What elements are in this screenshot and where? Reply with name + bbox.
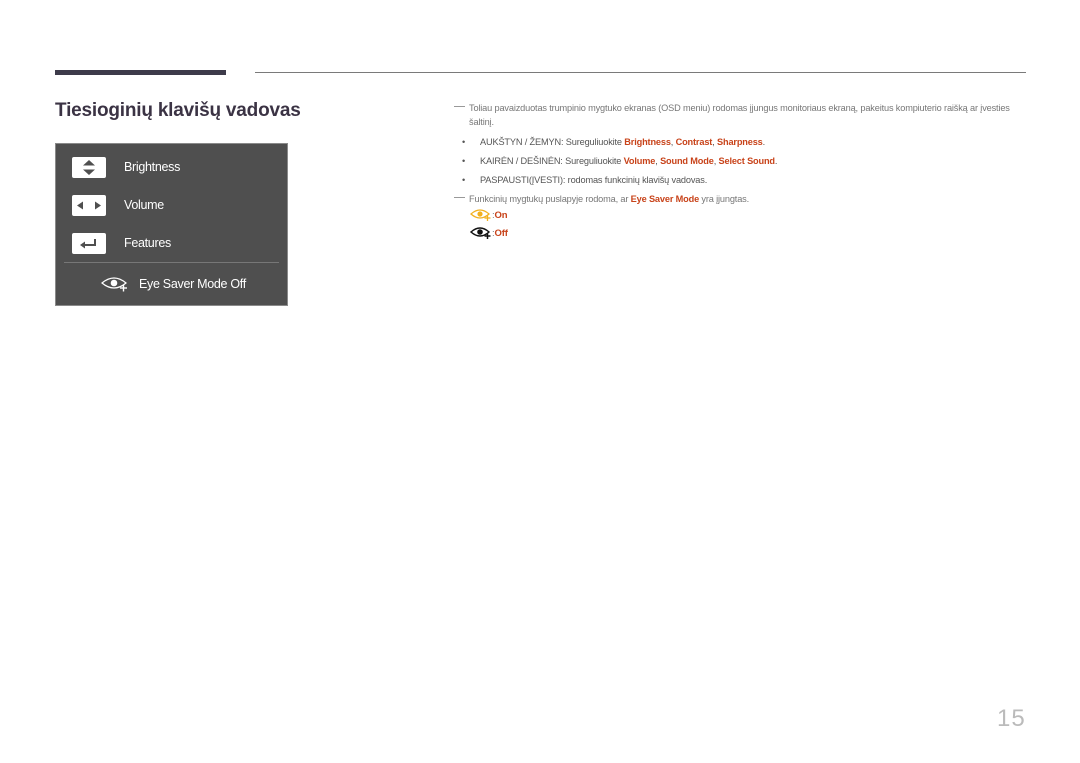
up-down-arrows-icon [72, 156, 106, 178]
legend-on: : On [470, 208, 508, 222]
note-dash [454, 106, 465, 107]
note-eye-saver: Funkcinių mygtukų puslapyje rodoma, ar E… [454, 192, 1029, 206]
legend-on-label: On [494, 209, 508, 221]
page-title: Tiesioginių klavišų vadovas [55, 100, 301, 121]
note-dash [454, 197, 465, 198]
osd-menu-panel: Brightness Volume Features Eye Saver Mod… [55, 143, 288, 306]
osd-item-volume: Volume [72, 194, 164, 216]
osd-divider [64, 262, 279, 263]
eye-saver-on-icon [470, 209, 491, 221]
eye-saver-icon [101, 277, 127, 292]
osd-eye-saver-status: Eye Saver Mode Off [100, 275, 246, 293]
eye-saver-off-icon [470, 227, 491, 239]
bullet-up-down: • AUKŠTYN / ŽEMYN: Sureguliuokite Bright… [462, 137, 766, 147]
osd-item-features: Features [72, 232, 171, 254]
bullet-press: • PASPAUSTI(ĮVESTI): rodomas funkcinių k… [462, 175, 708, 185]
bullet-left-right: • KAIRĖN / DEŠINĖN: Sureguliuokite Volum… [462, 156, 778, 166]
enter-icon [72, 232, 106, 254]
osd-item-label: Volume [124, 198, 164, 212]
left-right-arrows-icon [72, 194, 106, 216]
note-osd-description: Toliau pavaizduotas trumpinio mygtuko ek… [454, 101, 1029, 129]
osd-item-label: Features [124, 236, 171, 250]
header-rule [255, 72, 1026, 73]
legend-off-label: Off [494, 227, 508, 239]
content-text: Toliau pavaizduotas trumpinio mygtuko ek… [454, 101, 1029, 246]
legend-off: : Off [470, 226, 508, 240]
header-accent-bar [55, 70, 226, 75]
page-number: 15 [997, 705, 1026, 732]
eye-saver-label: Eye Saver Mode Off [139, 277, 246, 291]
osd-item-brightness: Brightness [72, 156, 180, 178]
osd-item-label: Brightness [124, 160, 181, 174]
